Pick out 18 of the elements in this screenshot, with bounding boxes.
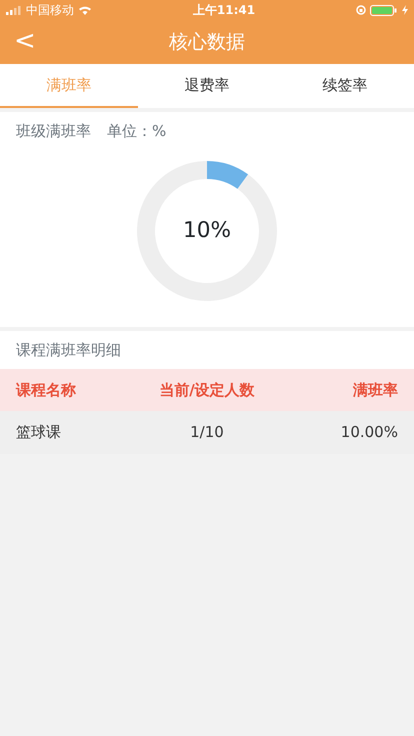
table-cell: 1/10 — [190, 423, 224, 442]
table-cell: 10.00% — [340, 423, 398, 442]
table-cell: 篮球课 — [16, 423, 61, 442]
column-header: 课程名称 — [16, 380, 76, 399]
chart-title: 班级满班率 — [16, 121, 91, 142]
status-time: 上午11:41 — [192, 2, 256, 19]
charging-icon — [402, 5, 408, 15]
column-header: 当前/设定人数 — [159, 380, 255, 399]
signal-icon — [6, 6, 22, 14]
center-value: 10% — [182, 216, 232, 244]
carrier-name: 中国移动 — [26, 2, 74, 19]
wifi-icon — [78, 5, 92, 15]
section-title: 课程满班率明细 — [15, 340, 122, 360]
column-header: 满班率 — [352, 380, 398, 399]
unit-label: 单位：% — [107, 121, 166, 142]
page-title: 核心数据 — [169, 30, 245, 55]
lock-rotation-icon — [356, 5, 366, 15]
battery-icon — [370, 4, 398, 16]
